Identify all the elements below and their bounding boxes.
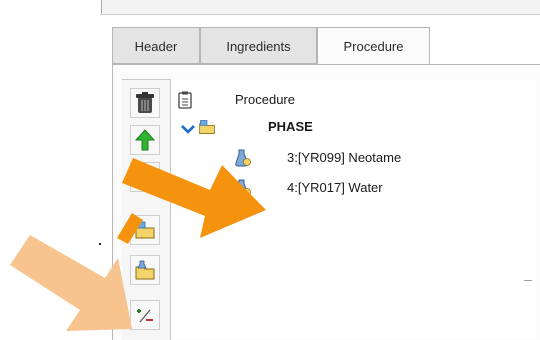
tab-header[interactable]: Header: [112, 27, 200, 64]
tree-phase-label: PHASE: [268, 119, 313, 134]
trash-icon: [136, 92, 154, 113]
arrow-up-icon: [135, 129, 155, 151]
stray-dot: [99, 243, 101, 245]
add-ingredient-button[interactable]: [130, 255, 160, 285]
procedure-toolbar: [122, 79, 171, 340]
chevron-down-icon[interactable]: [179, 120, 197, 138]
toggle-button[interactable]: [130, 300, 160, 330]
window-top-frame: [101, 0, 540, 15]
clipboard-icon: [178, 91, 192, 109]
add-phase-button[interactable]: [130, 215, 160, 245]
folder-add-icon: [135, 221, 155, 239]
divider: [524, 280, 532, 281]
procedure-tree: Procedure PHASE 3:[YR099] Neotame 4:[YR0…: [171, 80, 536, 339]
tree-item-label: 4:[YR017] Water: [287, 180, 383, 195]
plus-minus-icon: [137, 309, 153, 323]
flask-icon: [235, 149, 251, 167]
move-up-button[interactable]: [130, 125, 160, 155]
tree-root-label: Procedure: [235, 92, 295, 107]
move-down-button[interactable]: [130, 162, 160, 192]
folder-flask-icon: [135, 260, 155, 280]
flask-icon: [235, 179, 251, 197]
tree-item-label: 3:[YR099] Neotame: [287, 150, 402, 165]
delete-button[interactable]: [130, 88, 160, 118]
tab-procedure[interactable]: Procedure: [317, 27, 430, 66]
arrow-down-icon: [135, 166, 155, 188]
tab-ingredients[interactable]: Ingredients: [200, 27, 317, 64]
tab-bar: Header Ingredients Procedure: [112, 27, 540, 66]
folder-icon: [199, 120, 215, 134]
